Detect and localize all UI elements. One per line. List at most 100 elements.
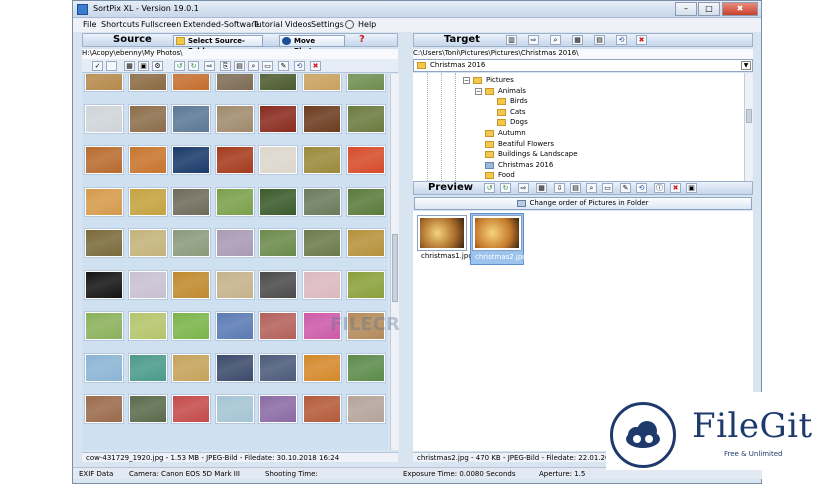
photo-thumbnail[interactable] [345,186,386,217]
menu-fullscreen[interactable]: Fullscreen [141,20,181,29]
photo-thumbnail[interactable] [214,269,255,300]
photo-thumbnail[interactable] [214,186,255,217]
tree-node[interactable]: Birds [510,97,528,105]
photo-thumbnail[interactable] [258,228,299,258]
rotate-left-icon[interactable]: ↺ [174,61,185,71]
tree-node[interactable]: Animals [498,87,526,95]
menu-extended-software[interactable]: Extended-Software [183,20,259,29]
maximize-button[interactable]: □ [698,2,720,16]
photo-thumbnail[interactable] [171,311,212,341]
select-source-folder-button[interactable]: Select Source-Folder [173,35,263,55]
menu-settings[interactable]: Settings [311,20,344,29]
delete-folder-icon[interactable]: ✖ [636,35,647,45]
delete-icon[interactable]: ✖ [670,183,681,193]
close-button[interactable]: ✖ [722,2,758,16]
zoom-icon[interactable]: ⌕ [586,183,597,193]
grid-view-icon[interactable]: ▦ [124,61,135,71]
undo-icon[interactable]: ⟲ [294,61,305,71]
source-scrollbar-thumb[interactable] [392,234,398,302]
edit-icon[interactable]: ✎ [278,61,289,71]
photo-thumbnail[interactable] [302,74,342,92]
photo-thumbnail[interactable] [171,352,212,383]
photo-thumbnail[interactable] [214,74,255,92]
photo-thumbnail[interactable] [258,352,299,383]
photo-thumbnail[interactable] [302,186,342,217]
photo-thumbnail[interactable] [302,269,342,300]
photo-thumbnail[interactable] [258,145,299,175]
edit-icon[interactable]: ✎ [620,183,631,193]
tree-node[interactable]: Autumn [498,129,526,137]
photo-thumbnail[interactable] [345,74,386,92]
tree-node[interactable]: Food [498,171,515,179]
info-icon[interactable]: ⓘ [654,183,665,193]
photo-thumbnail[interactable] [127,394,168,424]
help-question-icon[interactable]: ? [359,34,365,45]
photo-thumbnail[interactable] [127,103,168,134]
photo-thumbnail[interactable] [171,186,212,217]
photo-thumbnail[interactable] [84,311,124,341]
refresh-folder-icon[interactable]: ▦ [572,35,583,45]
photo-thumbnail[interactable] [214,228,255,258]
slideshow-icon[interactable]: ▭ [602,183,613,193]
tree-node[interactable]: Pictures [486,76,514,84]
photo-thumbnail[interactable] [258,269,299,300]
preview-thumbnail[interactable] [472,215,522,251]
photo-thumbnail[interactable] [258,74,299,92]
photo-thumbnail[interactable] [258,186,299,217]
photo-thumbnail[interactable] [127,74,168,92]
photo-thumbnail[interactable] [84,186,124,217]
photo-thumbnail[interactable] [302,394,342,424]
target-folder-dropdown[interactable]: Christmas 2016 ▼ [413,59,753,72]
photo-thumbnail[interactable] [127,311,168,341]
sort-icon[interactable]: ⇩ [554,183,565,193]
photo-thumbnail[interactable] [345,352,386,383]
rotate-left-icon[interactable]: ↺ [484,183,495,193]
zoom-icon[interactable]: ⌕ [248,61,259,71]
undo-icon[interactable]: ⟲ [636,183,647,193]
menu-file[interactable]: File [83,20,96,29]
search-icon[interactable]: ⌕ [550,35,561,45]
photo-thumbnail[interactable] [214,352,255,383]
tree-expander-icon[interactable]: − [463,77,470,84]
move-photos-button[interactable]: Move Photos [279,35,345,55]
tree-node[interactable]: Christmas 2016 [498,161,553,169]
preview-selected-item[interactable]: christmas2.jpg [470,213,527,265]
photo-thumbnail[interactable] [302,103,342,134]
photo-thumbnail[interactable] [84,269,124,300]
photo-thumbnail[interactable] [214,394,255,424]
photo-thumbnail[interactable] [171,269,212,300]
open-folder-icon[interactable]: ▤ [594,35,605,45]
photo-thumbnail[interactable] [171,394,212,424]
menu-help[interactable]: Help [358,20,376,29]
photo-thumbnail[interactable] [171,74,212,92]
tree-node[interactable]: Buildings & Landscape [498,150,578,158]
photo-thumbnail[interactable] [84,74,124,92]
photo-thumbnail[interactable] [258,394,299,424]
photo-thumbnail[interactable] [345,269,386,300]
minimize-button[interactable]: – [675,2,697,16]
preview-thumbnail[interactable] [417,215,467,251]
photo-thumbnail[interactable] [258,311,299,341]
photo-thumbnail[interactable] [302,352,342,383]
photo-thumbnail[interactable] [345,103,386,134]
rotate-right-icon[interactable]: ↻ [188,61,199,71]
photo-thumbnail[interactable] [84,394,124,424]
copy-icon[interactable]: ⎘ [220,61,231,71]
tree-node[interactable]: Beatiful Flowers [498,140,554,148]
photo-thumbnail[interactable] [214,311,255,341]
tree-expander-icon[interactable]: − [475,87,482,95]
photo-thumbnail[interactable] [127,352,168,383]
tree-scrollbar-thumb[interactable] [746,109,752,123]
photo-thumbnail[interactable] [214,103,255,134]
photo-thumbnail[interactable] [84,103,124,134]
new-folder-icon[interactable]: ▥ [506,35,517,45]
large-view-icon[interactable]: ▣ [138,61,149,71]
menu-shortcuts[interactable]: Shortcuts [101,20,139,29]
source-scrollbar[interactable] [390,74,399,450]
rotate-right-icon[interactable]: ↻ [500,183,511,193]
tree-scrollbar[interactable] [744,73,753,181]
filter-icon[interactable]: ⚙ [152,61,163,71]
photo-thumbnail[interactable] [84,352,124,383]
photo-thumbnail[interactable] [84,145,124,175]
move-icon[interactable]: ⇨ [518,183,529,193]
